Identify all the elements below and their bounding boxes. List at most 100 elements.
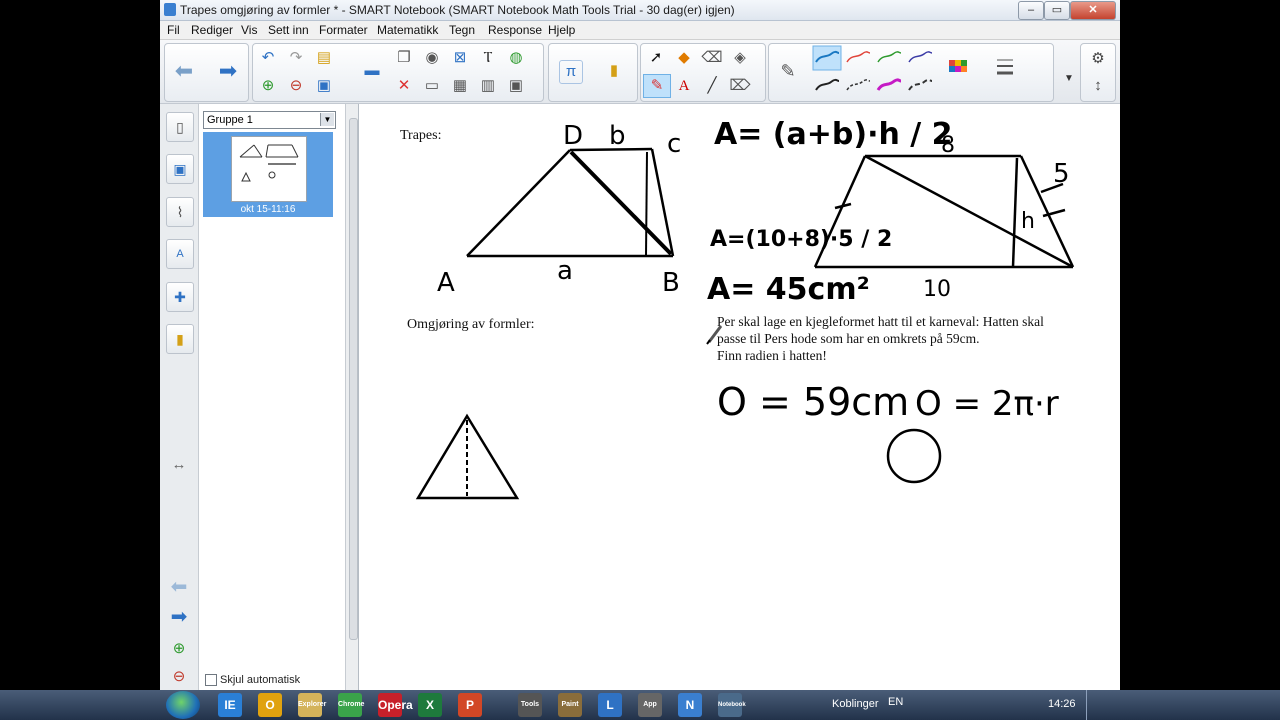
attachments-paperclip-icon[interactable]: ⌇ xyxy=(166,197,194,227)
links-toolbar-label[interactable]: Koblinger xyxy=(832,698,878,710)
page-thumbnail-selected[interactable]: okt 15-11:16 xyxy=(203,132,333,217)
gallery-icon[interactable]: ▣ xyxy=(166,154,194,184)
group-select[interactable]: Gruppe 1 ▼ xyxy=(203,111,336,129)
capture-icon[interactable]: ▣ xyxy=(505,75,527,97)
excel-icon[interactable]: X xyxy=(418,693,442,717)
smart-tools-icon[interactable]: Tools xyxy=(518,693,542,717)
lync-icon[interactable]: L xyxy=(598,693,622,717)
add-page-icon[interactable]: ⊕ xyxy=(257,75,279,97)
cone-drawing[interactable] xyxy=(415,413,520,500)
delete-page-icon[interactable]: ⊖ xyxy=(285,75,307,97)
close-button[interactable]: ✕ xyxy=(1070,1,1116,20)
sidebar-delete-page-icon[interactable]: ⊖ xyxy=(168,666,190,688)
addons-puzzle-icon[interactable]: ✚ xyxy=(166,282,194,312)
toolbar-more-chevron-icon[interactable]: ▼ xyxy=(1058,68,1080,90)
grid-icon[interactable]: ▦ xyxy=(449,75,471,97)
delete-icon[interactable]: ✕ xyxy=(393,75,415,97)
show-desktop-button[interactable] xyxy=(1086,690,1101,720)
whiteboard-page[interactable]: Trapes: Omgjøring av formler: Per skal l… xyxy=(347,104,1120,690)
area-substitution: A=(10+8)·5 / 2 xyxy=(710,227,892,252)
table-icon[interactable]: ⊠ xyxy=(449,47,471,69)
sidebar-back-arrow-icon[interactable]: ⬅ xyxy=(168,576,190,598)
formula-notes[interactable]: A= (a+b)·h / 2 A=(10+8)·5 / 2 A= 45cm² xyxy=(707,117,953,307)
menu-response[interactable]: Response xyxy=(488,23,542,37)
menu-sett-inn[interactable]: Sett inn xyxy=(268,23,309,37)
language-indicator[interactable]: EN xyxy=(888,696,903,708)
save-icon[interactable]: ▣ xyxy=(313,75,335,97)
pen-tool-icon[interactable]: ✎ xyxy=(777,60,799,82)
menu-tegn[interactable]: Tegn xyxy=(449,23,475,37)
chrome-icon[interactable]: Chrome xyxy=(338,693,364,717)
menu-fil[interactable]: Fil xyxy=(167,23,180,37)
notebook-icon[interactable]: N xyxy=(678,693,702,717)
circumference-notes[interactable]: O = 59cm O = 2π·r xyxy=(717,380,1059,424)
color-palette-icon[interactable] xyxy=(949,60,967,72)
page-sorter-icon[interactable]: ▯ xyxy=(166,112,194,142)
menu-hjelp[interactable]: Hjelp xyxy=(548,23,575,37)
undo-icon[interactable]: ↶ xyxy=(257,47,279,69)
menu-vis[interactable]: Vis xyxy=(241,23,257,37)
open-folder-icon[interactable]: ▤ xyxy=(313,47,335,69)
pen-style-selected[interactable] xyxy=(812,45,842,71)
pen-style-red[interactable] xyxy=(846,51,871,63)
explorer-icon[interactable]: Explorer xyxy=(298,693,326,717)
screen-icon[interactable]: ▭ xyxy=(421,75,443,97)
paint-icon[interactable]: Paint xyxy=(558,693,582,717)
response-sidebar-icon[interactable]: ▮ xyxy=(166,324,194,354)
document-camera-icon[interactable]: ▥ xyxy=(477,75,499,97)
web-icon[interactable]: ◍ xyxy=(505,47,527,69)
previous-page-arrow-icon[interactable]: ⬅ xyxy=(173,60,195,82)
resize-arrows-icon[interactable]: ↔ xyxy=(168,454,190,476)
title-bar: Trapes omgjøring av formler * - SMART No… xyxy=(160,0,1120,21)
shapes-icon[interactable]: ◆ xyxy=(673,47,695,69)
text-a-icon[interactable]: A xyxy=(673,75,695,97)
sidebar-add-page-icon[interactable]: ⊕ xyxy=(168,638,190,660)
menu-matematikk[interactable]: Matematikk xyxy=(377,23,438,37)
move-toolbar-icon[interactable]: ↕ xyxy=(1087,75,1109,97)
camera-icon[interactable]: ◉ xyxy=(421,47,443,69)
circle-drawing[interactable] xyxy=(886,428,942,484)
notebook-window-icon[interactable]: Notebook xyxy=(718,693,746,717)
autohide-checkbox[interactable]: Skjul automatisk xyxy=(205,674,300,687)
pen-style-dashed[interactable] xyxy=(846,79,871,91)
gear-icon[interactable]: ⚙ xyxy=(1087,48,1109,70)
powerpoint-icon[interactable]: P xyxy=(458,693,482,717)
pen-style-navy[interactable] xyxy=(908,51,933,63)
trapezoid-drawing[interactable] xyxy=(466,147,675,258)
properties-icon[interactable]: A xyxy=(166,239,194,269)
pen-style-dotted[interactable] xyxy=(908,78,933,91)
text-icon[interactable]: Ⲧ xyxy=(477,47,499,69)
magic-eraser-icon[interactable]: ⌦ xyxy=(729,75,751,97)
dimension-labels: 8 5 h 10 xyxy=(923,133,1070,302)
fill-icon[interactable]: ◈ xyxy=(729,47,751,69)
outlook-icon[interactable]: O xyxy=(258,693,282,717)
sidebar-forward-arrow-icon[interactable]: ➡ xyxy=(168,606,190,628)
clock[interactable]: 14:26 xyxy=(1048,698,1076,710)
pen-style-black[interactable] xyxy=(815,78,840,91)
pen-style-green[interactable] xyxy=(877,51,902,63)
maximize-button[interactable]: ▭ xyxy=(1044,1,1070,20)
checkbox-icon[interactable] xyxy=(205,674,217,687)
select-arrow-icon[interactable]: ➚ xyxy=(645,47,667,69)
menu-rediger[interactable]: Rediger xyxy=(191,23,233,37)
page-thumbnail[interactable] xyxy=(231,136,307,202)
ie-icon[interactable]: IE xyxy=(218,693,242,717)
opera-icon[interactable]: Opera xyxy=(378,693,413,717)
pen-style-magenta[interactable] xyxy=(876,78,902,91)
screen-shade-icon[interactable]: ▬ xyxy=(361,60,383,82)
vertical-scrollbar[interactable] xyxy=(349,118,358,640)
menu-formater[interactable]: Formater xyxy=(319,23,368,37)
start-button[interactable] xyxy=(166,691,200,719)
eraser-icon[interactable]: ⌫ xyxy=(701,47,723,69)
creative-pen-icon[interactable]: ✎ xyxy=(643,74,671,98)
line-icon[interactable]: ╱ xyxy=(701,75,723,97)
line-width-icon[interactable] xyxy=(997,59,1013,75)
chevron-down-icon[interactable]: ▼ xyxy=(320,113,334,126)
app-icon[interactable]: App xyxy=(638,693,662,717)
redo-icon[interactable]: ↷ xyxy=(285,47,307,69)
paste-icon[interactable]: ❐ xyxy=(393,47,415,69)
minimize-button[interactable]: – xyxy=(1018,1,1044,20)
next-page-arrow-icon[interactable]: ➡ xyxy=(217,60,239,82)
response-icon[interactable]: ▮ xyxy=(603,60,625,82)
math-pi-icon[interactable]: π xyxy=(559,60,583,84)
